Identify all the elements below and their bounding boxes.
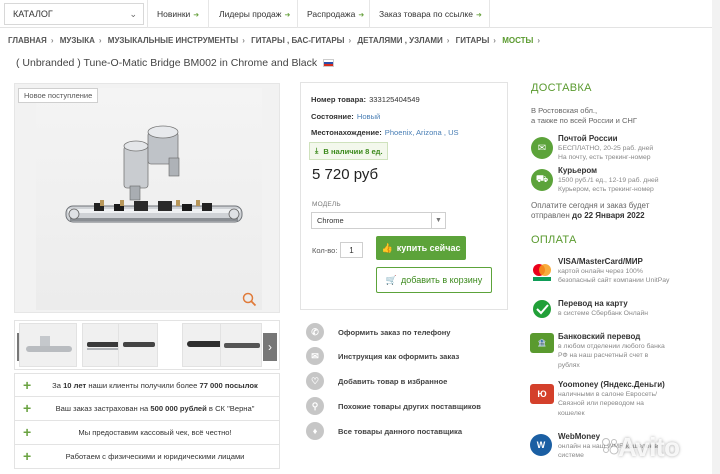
product-number: 333125404549: [369, 95, 420, 104]
thumbnail[interactable]: [220, 323, 262, 367]
condition-value: Новый: [356, 112, 381, 121]
arrow-right-icon: ➜: [475, 12, 482, 19]
benefit-item: + Работаем с физическими и юридическими …: [14, 445, 280, 469]
heart-icon: ♡: [306, 372, 324, 390]
stock-badge: ⤓ В наличии 8 ед.: [309, 142, 388, 160]
location-row: Местонахождение: Phoenix, Arizona , US: [311, 128, 459, 137]
breadcrumb-item[interactable]: ДЕТАЛЯМИ , УЗЛАМИ: [357, 36, 442, 45]
plus-icon: +: [23, 400, 32, 416]
breadcrumb-item[interactable]: ГИТАРЫ: [456, 36, 490, 45]
phone-icon: ✆: [306, 323, 324, 341]
delivery-region: В Ростовская обл., а также по всей России…: [531, 106, 638, 125]
benefit-item: + Ваш заказ застрахован на 500 000 рубле…: [14, 397, 280, 421]
sberbank-icon: [530, 299, 554, 319]
cart-icon: 🛒: [385, 274, 398, 285]
nav-item-sale[interactable]: Распродажа ➜: [307, 9, 364, 19]
breadcrumb-item[interactable]: ГИТАРЫ , БАС-ГИТАРЫ: [251, 36, 344, 45]
webmoney-icon: W: [530, 434, 552, 456]
avito-watermark: Avito: [618, 432, 680, 462]
scrollbar[interactable]: [712, 0, 720, 474]
chevron-down-icon: ⌄: [129, 9, 137, 19]
thumbnail[interactable]: [19, 323, 77, 367]
benefits-list: + За 10 лет наши клиенты получили более …: [14, 373, 280, 469]
nav-divider: [208, 0, 209, 28]
action-seller-products[interactable]: ♦ Все товары данного поставщика: [306, 421, 462, 441]
shipping-date-note: Оплатите сегодня и заказ будет отправлен…: [531, 201, 650, 220]
chevron-down-icon: ▼: [431, 213, 445, 228]
payment-heading: ОПЛАТА: [531, 234, 577, 246]
bank-icon: 🏦: [530, 333, 554, 353]
zoom-icon[interactable]: [242, 292, 257, 307]
avito-logo-icon: [600, 436, 620, 458]
breadcrumb-item[interactable]: МУЗЫКА: [60, 36, 95, 45]
price: 5 720 руб: [312, 166, 379, 183]
add-to-cart-button[interactable]: 🛒 добавить в корзину: [376, 267, 492, 293]
thumbnail[interactable]: [118, 323, 158, 367]
thumbs-up-icon: 👍: [381, 242, 393, 253]
quantity-input[interactable]: 1: [340, 242, 363, 258]
russian-post-icon: ✉: [531, 137, 553, 159]
model-select[interactable]: Chrome ▼: [311, 212, 446, 229]
yoomoney-icon: Ю: [530, 384, 554, 404]
breadcrumb-item[interactable]: ГЛАВНАЯ: [8, 36, 47, 45]
nav-item-bestsellers[interactable]: Лидеры продаж ➜: [219, 9, 290, 19]
arrow-right-icon: ➜: [284, 12, 291, 19]
plus-icon: +: [23, 424, 32, 440]
action-similar-products[interactable]: ⚲ Похожие товары других поставщиков: [306, 396, 481, 416]
payment-bank-transfer: Банковский перевод в любом отделении люб…: [558, 332, 665, 369]
download-icon: ⤓: [315, 146, 319, 155]
product-number-row: Номер товара: 333125404549: [311, 95, 420, 104]
breadcrumb-item-current[interactable]: МОСТЫ: [502, 36, 533, 45]
delivery-courier: Курьером 1500 руб./1 ед., 12-19 раб. дне…: [558, 166, 659, 193]
page-title: ( Unbranded ) Tune-O-Matic Bridge BM002 …: [16, 57, 335, 69]
payment-yoomoney: Yoomoney (Яндекс.Деньги) наличными в сал…: [558, 380, 665, 417]
nav-item-new[interactable]: Новинки ➜: [157, 9, 199, 19]
condition-row: Состояние: Новый: [311, 112, 381, 121]
benefit-item: + За 10 лет наши клиенты получили более …: [14, 373, 280, 397]
arrow-right-icon: ➜: [193, 12, 200, 19]
tag-icon: ♦: [306, 422, 324, 440]
breadcrumb: ГЛАВНАЯ › МУЗЫКА › МУЗЫКАЛЬНЫЕ ИНСТРУМЕНТЫ…: [8, 36, 541, 45]
nav-item-order-by-link[interactable]: Заказ товара по ссылке ➜: [379, 9, 482, 19]
arrow-right-icon: ➜: [358, 12, 365, 19]
plus-icon: +: [23, 448, 32, 464]
quantity-label: Кол-во:: [312, 246, 338, 255]
nav-divider: [297, 0, 298, 28]
top-navigation: КАТАЛОГ ⌄ Новинки ➜ Лидеры продаж ➜ Распро…: [0, 0, 720, 28]
catalog-label: КАТАЛОГ: [13, 9, 53, 19]
mastercard-icon: [530, 262, 554, 282]
model-label: МОДЕЛЬ: [312, 201, 341, 208]
action-add-favorite[interactable]: ♡ Добавить товар в избранное: [306, 371, 447, 391]
thumbnail-next-arrow[interactable]: ›: [263, 333, 277, 361]
product-photo[interactable]: [36, 88, 262, 310]
plus-icon: +: [23, 377, 32, 393]
catalog-dropdown[interactable]: КАТАЛОГ ⌄: [4, 3, 144, 25]
nav-divider: [489, 0, 490, 28]
payment-card-transfer: Перевод на карту в системе Сбербанк Онла…: [558, 299, 649, 317]
breadcrumb-item[interactable]: МУЗЫКАЛЬНЫЕ ИНСТРУМЕНТЫ: [108, 36, 238, 45]
courier-truck-icon: ⛟: [531, 169, 553, 191]
buy-now-button[interactable]: 👍 купить сейчас: [376, 236, 466, 260]
russia-flag-icon: [323, 59, 335, 68]
search-icon: ⚲: [306, 397, 324, 415]
location-value: Phoenix, Arizona , US: [384, 128, 459, 137]
nav-divider: [369, 0, 370, 28]
action-order-by-phone[interactable]: ✆ Оформить заказ по телефону: [306, 322, 451, 342]
nav-divider: [147, 0, 148, 28]
payment-card: VISA/MasterCard/МИР картой онлайн через …: [558, 257, 670, 284]
delivery-russian-post: Почтой России БЕСПЛАТНО, 20-25 раб. дней…: [558, 134, 654, 161]
delivery-heading: ДОСТАВКА: [531, 82, 592, 94]
chat-icon: ✉: [306, 347, 324, 365]
benefit-item: + Мы предоставим кассовый чек, всё честн…: [14, 421, 280, 445]
new-arrival-badge: Новое поступление: [18, 88, 99, 103]
action-order-instructions[interactable]: ✉ Инструкция как оформить заказ: [306, 346, 459, 366]
